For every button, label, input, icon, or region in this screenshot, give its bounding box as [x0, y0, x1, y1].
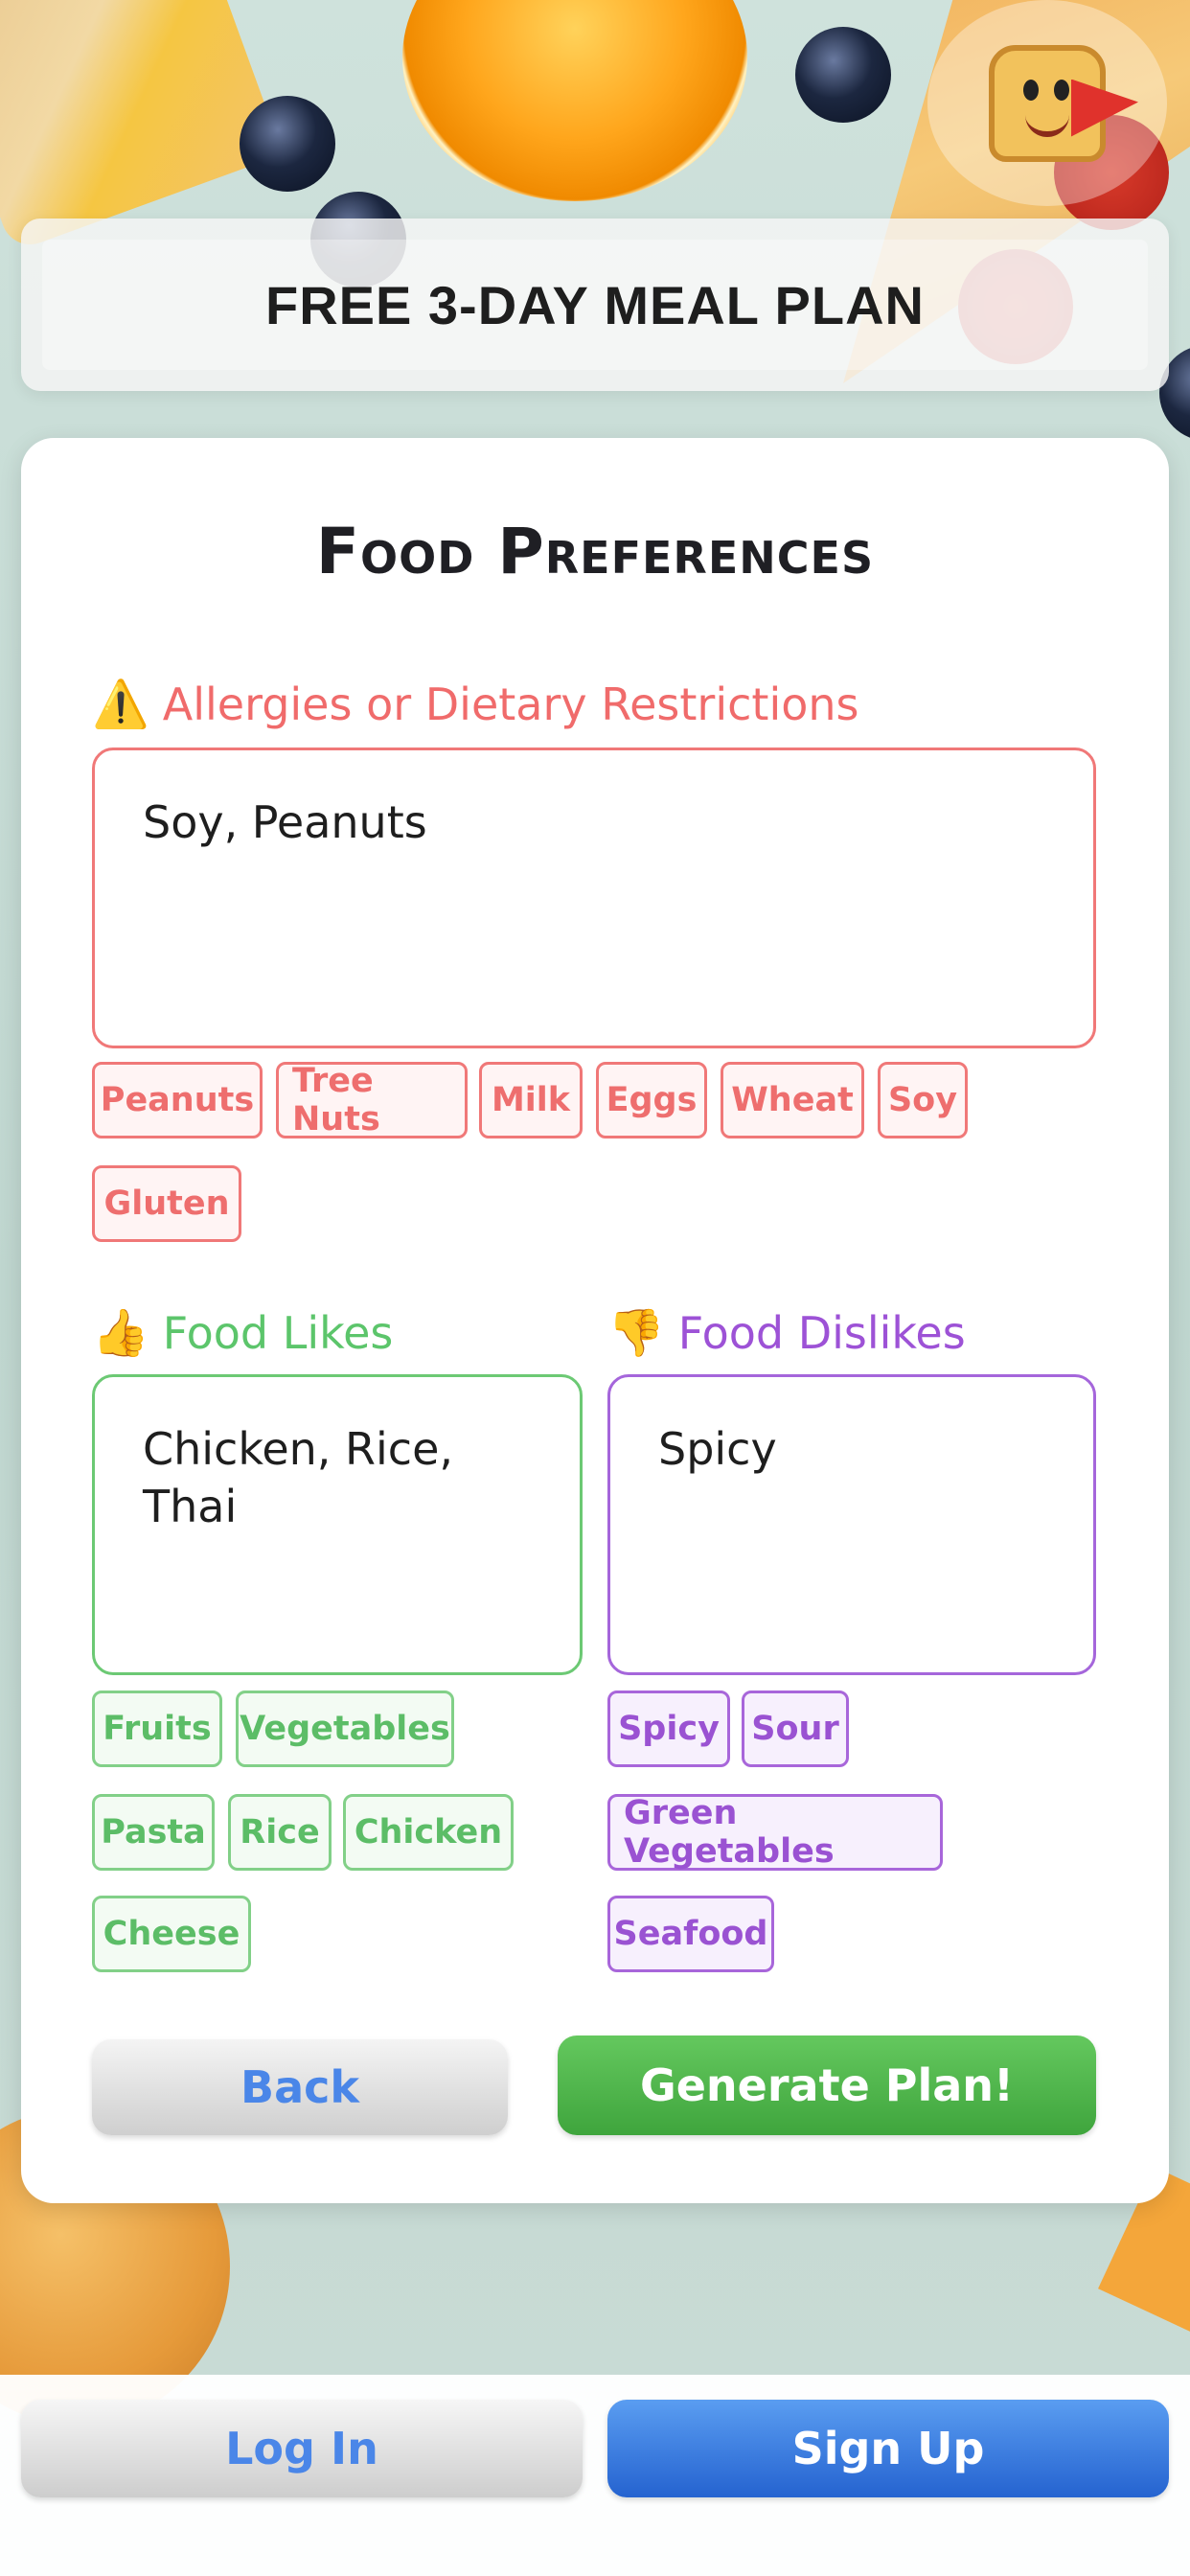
likes-chip-fruits[interactable]: Fruits	[92, 1690, 222, 1767]
likes-chip-pasta[interactable]: Pasta	[92, 1794, 215, 1871]
allergies-label-text: Allergies or Dietary Restrictions	[162, 678, 859, 730]
dislikes-chip-green-vegetables[interactable]: Green Vegetables	[607, 1794, 943, 1871]
allergy-chip-milk[interactable]: Milk	[479, 1062, 583, 1138]
likes-chip-vegetables[interactable]: Vegetables	[236, 1690, 454, 1767]
login-button[interactable]: Log In	[21, 2400, 583, 2497]
blueberry-image	[240, 96, 335, 192]
back-button[interactable]: Back	[92, 2039, 508, 2135]
allergies-input[interactable]: Soy, Peanuts	[92, 748, 1096, 1048]
allergy-chip-eggs[interactable]: Eggs	[596, 1062, 707, 1138]
generate-plan-button[interactable]: Generate Plan!	[558, 2036, 1096, 2135]
signup-button[interactable]: Sign Up	[607, 2400, 1169, 2497]
food-dislikes-input[interactable]: Spicy	[607, 1374, 1096, 1675]
dislikes-chip-seafood[interactable]: Seafood	[607, 1896, 774, 1972]
card-title: Food Preferences	[315, 515, 875, 588]
mascot-avatar[interactable]	[927, 0, 1167, 206]
allergy-chip-wheat[interactable]: Wheat	[721, 1062, 864, 1138]
warning-icon: ⚠️	[92, 678, 149, 731]
allergy-chip-gluten[interactable]: Gluten	[92, 1165, 241, 1242]
toast-superhero-icon	[989, 44, 1138, 162]
orange-slice-image	[402, 0, 747, 201]
likes-chip-rice[interactable]: Rice	[228, 1794, 332, 1871]
likes-chip-chicken[interactable]: Chicken	[343, 1794, 514, 1871]
dislikes-chip-spicy[interactable]: Spicy	[607, 1690, 730, 1767]
thumbs-down-icon: 👎	[607, 1306, 665, 1360]
food-likes-label: 👍 Food Likes	[92, 1305, 393, 1360]
dislikes-chip-sour[interactable]: Sour	[742, 1690, 849, 1767]
allergies-label: ⚠️ Allergies or Dietary Restrictions	[92, 677, 859, 731]
sandwich-image	[0, 0, 284, 253]
allergy-chip-tree-nuts[interactable]: Tree Nuts	[276, 1062, 468, 1138]
food-dislikes-label-text: Food Dislikes	[677, 1306, 966, 1359]
page-title-bar: FREE 3-DAY MEAL PLAN	[21, 218, 1169, 391]
page-title: FREE 3-DAY MEAL PLAN	[265, 274, 925, 335]
allergy-chip-peanuts[interactable]: Peanuts	[92, 1062, 263, 1138]
food-likes-input[interactable]: Chicken, Rice, Thai	[92, 1374, 583, 1675]
food-dislikes-label: 👎 Food Dislikes	[607, 1305, 966, 1360]
food-likes-label-text: Food Likes	[162, 1306, 394, 1359]
allergy-chip-soy[interactable]: Soy	[878, 1062, 968, 1138]
thumbs-up-icon: 👍	[92, 1306, 149, 1360]
blueberry-image	[795, 27, 891, 123]
likes-chip-cheese[interactable]: Cheese	[92, 1896, 251, 1972]
